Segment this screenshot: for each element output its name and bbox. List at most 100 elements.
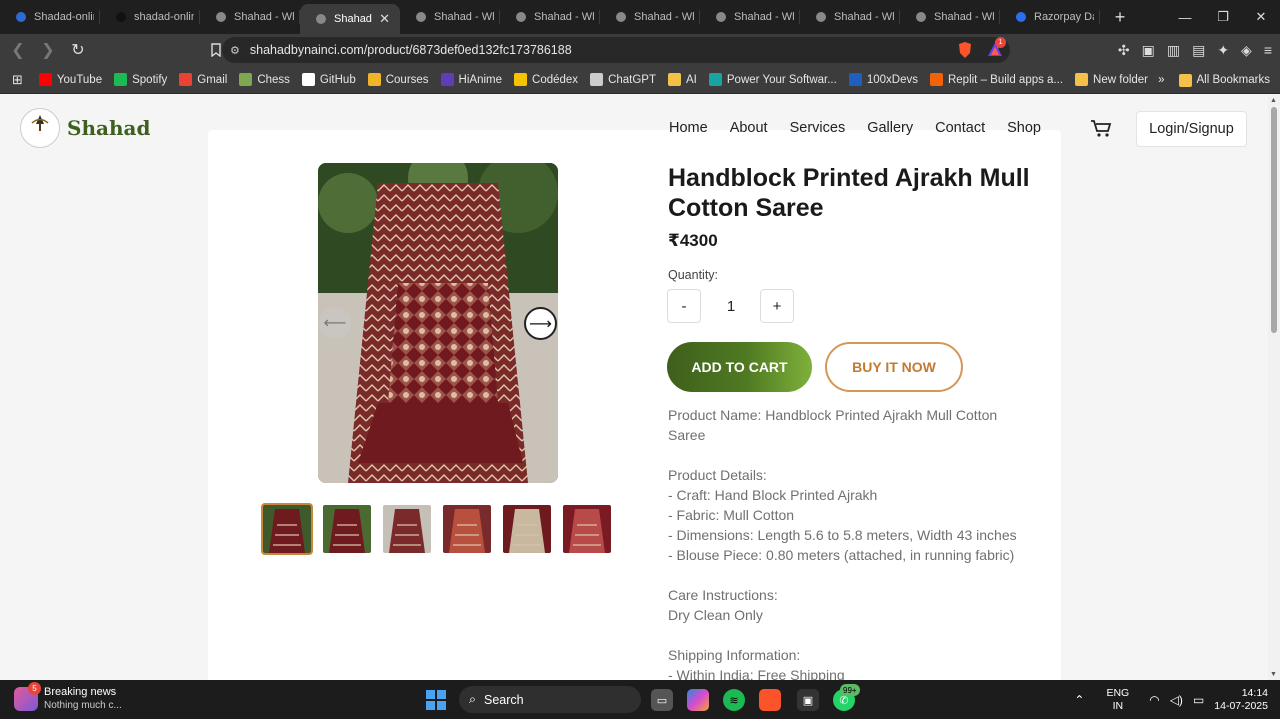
scroll-up-icon[interactable]: ▲ (1270, 97, 1277, 104)
clock[interactable]: 14:14 14-07-2025 (1214, 687, 1268, 713)
site-info-icon[interactable]: ⚙ (230, 44, 240, 57)
nav-link-services[interactable]: Services (790, 120, 846, 136)
buy-it-now-button[interactable]: BUY IT NOW (825, 342, 963, 392)
nav-link-contact[interactable]: Contact (935, 120, 985, 136)
new-tab-button[interactable]: + (1108, 7, 1132, 28)
quantity-decrease-button[interactable]: - (667, 289, 701, 323)
brave-taskbar-icon[interactable] (759, 689, 781, 711)
tray-overflow-icon[interactable]: ⌃ (1074, 693, 1084, 707)
nav-link-shop[interactable]: Shop (1007, 120, 1041, 136)
reload-icon[interactable]: ↻ (66, 38, 90, 62)
site-brand[interactable]: Shahad (20, 108, 150, 148)
tab-title: Shahad - Wh (734, 11, 794, 23)
bookmark-item[interactable]: Courses (367, 73, 429, 86)
screenshot-icon[interactable]: ▣ (1142, 42, 1155, 59)
add-to-cart-button[interactable]: ADD TO CART (667, 342, 812, 392)
sidebar-icon[interactable]: ▥ (1167, 42, 1180, 59)
bookmark-item[interactable]: Codédex (514, 73, 578, 86)
leo-ai-icon[interactable]: ✦ (1217, 42, 1229, 59)
product-thumbnail[interactable] (501, 503, 553, 555)
browser-tab[interactable]: Shahad - Wh (900, 0, 1000, 34)
bookmark-item[interactable]: Replit – Build apps a... (929, 73, 1063, 86)
rewards-badge: 1 (995, 37, 1006, 48)
address-bar[interactable]: ⚙ shahadbynainci.com/product/6873def0ed1… (222, 37, 1010, 63)
bookmark-item[interactable]: Gmail (179, 73, 227, 86)
forward-icon[interactable]: ❯ (36, 38, 60, 62)
bookmark-item[interactable]: Spotify (114, 73, 167, 86)
menu-icon[interactable]: ≡ (1264, 42, 1272, 58)
brave-shield-icon[interactable] (957, 41, 973, 59)
close-window-icon[interactable]: ✕ (1242, 0, 1280, 34)
system-tray: ⌃ ENG IN ◠ ◁) ▭ 14:14 14-07-2025 (1074, 680, 1280, 719)
replit-icon (929, 73, 943, 86)
copilot-icon[interactable] (687, 689, 709, 711)
terminal-taskbar-icon[interactable]: ▣ (797, 689, 819, 711)
bookmark-item[interactable]: YouTube (38, 73, 102, 86)
wallet-icon[interactable]: ▤ (1192, 42, 1205, 59)
bookmark-item[interactable]: Chess (239, 73, 290, 86)
nav-link-home[interactable]: Home (669, 120, 708, 136)
battery-icon[interactable]: ▭ (1193, 693, 1204, 707)
back-icon[interactable]: ❮ (6, 38, 30, 62)
bookmark-item[interactable]: GitHub (301, 73, 356, 86)
product-thumbnail[interactable] (381, 503, 433, 555)
browser-tab[interactable]: Razorpay Da (1000, 0, 1100, 34)
extensions-icon[interactable]: ✣ (1118, 42, 1130, 59)
browser-tab[interactable]: Shahad - Wh (400, 0, 500, 34)
more-bookmarks-icon[interactable]: » (1158, 74, 1164, 86)
tab-title: Shahad - Wh (934, 11, 994, 23)
product-thumbnail[interactable] (261, 503, 313, 555)
browser-tab[interactable]: Shahad ✕ (300, 4, 400, 34)
tab-title: Shahad - Wh (534, 11, 594, 23)
bookmark-label: New folder (1093, 73, 1149, 86)
task-view-icon[interactable]: ▭ (651, 689, 673, 711)
login-signup-button[interactable]: Login/Signup (1136, 111, 1247, 147)
browser-tab[interactable]: Shahad - Wh (800, 0, 900, 34)
gmail-icon (179, 73, 193, 86)
browser-tab[interactable]: shadad-onlin (100, 0, 200, 34)
brave-rewards-icon[interactable]: 1 (986, 37, 1006, 59)
brand-name: Shahad (67, 116, 151, 140)
volume-icon[interactable]: ◁) (1170, 693, 1183, 707)
bookmark-label: GitHub (319, 73, 356, 86)
start-button[interactable] (426, 690, 446, 710)
language-indicator[interactable]: ENG IN (1106, 687, 1129, 713)
carousel-next-button[interactable]: ⟶ (524, 307, 557, 340)
all-bookmarks-button[interactable]: All Bookmarks (1178, 73, 1270, 87)
bookmark-item[interactable]: AI (668, 73, 697, 86)
site-logo (20, 108, 60, 148)
bookmark-list: YouTube Spotify Gmail Chess GitHub Courses HiA… (38, 73, 1160, 86)
bookmark-item[interactable]: 100xDevs (848, 73, 918, 86)
nav-link-gallery[interactable]: Gallery (867, 120, 913, 136)
spotify-taskbar-icon[interactable]: ≋ (723, 689, 745, 711)
scroll-down-icon[interactable]: ▼ (1270, 671, 1277, 678)
bookmark-item[interactable]: HiAnime (440, 73, 502, 86)
browser-tab[interactable]: Shahad - Wh (500, 0, 600, 34)
browser-tab[interactable]: Shahad - Wh (700, 0, 800, 34)
news-badge: 5 (28, 682, 41, 695)
nav-link-about[interactable]: About (730, 120, 768, 136)
browser-tab[interactable]: Shadad-onlin (0, 0, 100, 34)
scrollbar-thumb[interactable] (1271, 107, 1277, 333)
browser-tab[interactable]: Shahad - Wh (200, 0, 300, 34)
carousel-prev-button[interactable]: ⟵ (319, 307, 351, 339)
vpn-icon[interactable]: ◈ (1241, 42, 1252, 59)
quantity-value[interactable]: 1 (702, 289, 760, 323)
bookmark-item[interactable]: Power Your Softwar... (708, 73, 837, 86)
apps-grid-icon[interactable]: ⊞ (12, 72, 23, 88)
maximize-icon[interactable]: ❐ (1204, 0, 1242, 34)
tab-close-icon[interactable]: ✕ (379, 11, 390, 27)
taskbar-search[interactable]: ⌕ Search (459, 686, 641, 713)
cart-icon[interactable] (1090, 119, 1112, 139)
browser-tab[interactable]: Shahad - Wh (600, 0, 700, 34)
bookmark-item[interactable]: New folder (1075, 73, 1148, 86)
product-thumbnail[interactable] (321, 503, 373, 555)
news-widget[interactable]: 5 Breaking news Nothing much c... (14, 682, 122, 712)
page-scrollbar[interactable]: ▲ ▼ (1268, 95, 1280, 680)
product-thumbnail[interactable] (561, 503, 613, 555)
bookmark-item[interactable]: ChatGPT (590, 73, 656, 86)
quantity-increase-button[interactable]: + (760, 289, 794, 323)
product-thumbnail[interactable] (441, 503, 493, 555)
wifi-icon[interactable]: ◠ (1149, 693, 1159, 707)
minimize-icon[interactable]: — (1166, 0, 1204, 34)
